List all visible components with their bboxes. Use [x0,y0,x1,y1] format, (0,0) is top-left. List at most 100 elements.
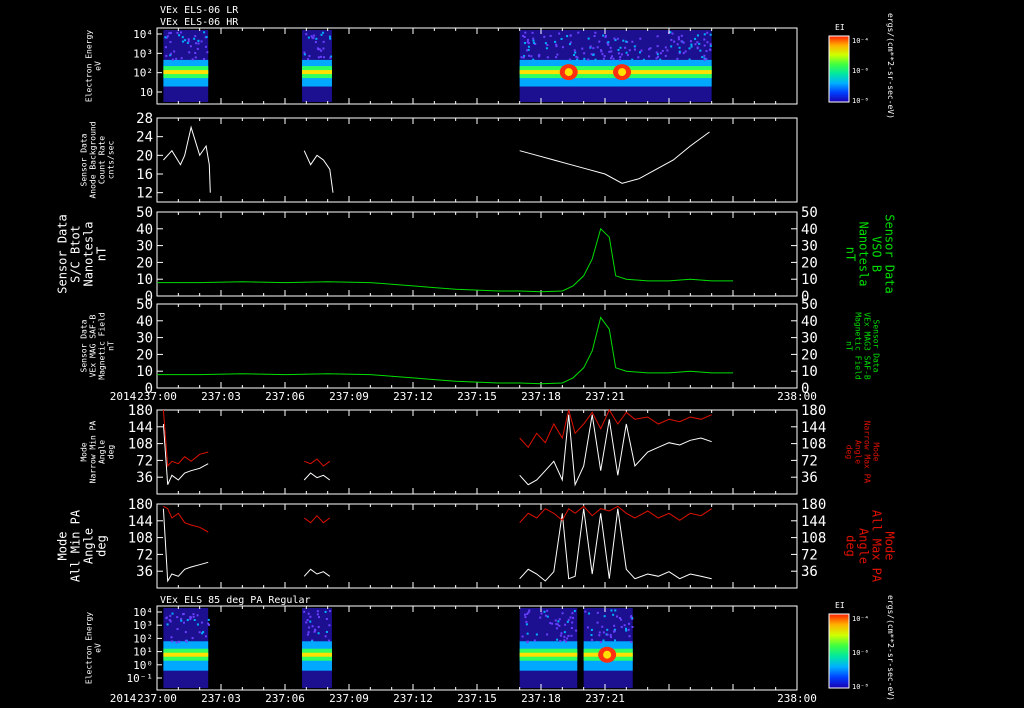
elec-energy-bottom-speckle [170,636,173,639]
elec-energy-bottom-colorbar-tick: 10⁻⁴ [852,615,869,623]
elec-energy-top-speckle [322,56,325,59]
elec-energy-bottom-speckle [175,641,178,644]
elec-energy-bottom-speckle [176,616,179,619]
elec-energy-top-speckle [689,40,692,43]
elec-energy-top-speckle [197,39,200,42]
elec-energy-bottom-speckle [524,616,527,619]
mag-field-time-label: 237:03 [201,390,241,403]
elec-energy-top-speckle [671,32,674,35]
elec-energy-bottom-speckle [544,614,547,617]
elec-energy-top-speckle [594,58,597,61]
elec-energy-top-speckle [609,46,612,49]
elec-energy-top-speckle [638,51,641,54]
elec-energy-bottom-speckle [631,626,634,629]
elec-energy-bottom-band-core [302,652,332,657]
elec-energy-top-speckle [703,33,706,36]
elec-energy-bottom-time-label: 237:09 [329,692,369,705]
elec-energy-bottom-speckle [591,638,594,641]
elec-energy-top-speckle [573,53,576,56]
elec-energy-top-speckle [670,45,673,48]
elec-energy-bottom-speckle [165,616,168,619]
elec-energy-top-speckle [583,52,586,55]
elec-energy-bottom-speckle [328,624,331,627]
sc-btot-ytick-label: 50 [136,205,153,221]
elec-energy-top-speckle [549,34,552,37]
elec-energy-bottom-speckle [602,639,605,642]
anode-background-ytick-label: 12 [136,186,153,202]
elec-energy-top-units: ergs/(cm**2-sr-sec-eV) [886,13,895,119]
elec-energy-top-speckle [181,36,184,39]
elec-energy-top-speckle [709,43,712,46]
elec-energy-top-speckle [640,49,643,52]
all-pa-ytick-label: 108 [128,531,153,547]
mag-field-ylabel-line: Magnetic Field [98,312,107,380]
elec-energy-top-speckle [703,58,706,61]
narrow-pa-series-white [303,472,331,481]
anode-background-series-line [303,150,334,193]
elec-energy-top-speckle [175,57,178,60]
mag-field-ylabel-right-line: Magnetic Field [854,312,863,380]
elec-energy-bottom-ylabel-line: eV [94,643,103,653]
all-pa-ylabel-right-line: Angle [857,528,871,564]
all-pa-ytick-label: 180 [128,497,153,513]
elec-energy-bottom-speckle [558,618,561,621]
elec-energy-top-speckle [558,32,561,35]
sc-btot-ylabel-line: Sensor Data [56,214,70,293]
elec-energy-top-speckle [194,52,197,55]
elec-energy-bottom-speckle [325,630,328,633]
elec-energy-bottom-time-label: 238:00 [777,692,817,705]
elec-energy-bottom-speckle [316,613,319,616]
elec-energy-top-speckle [618,58,621,61]
header-line-2: VEx ELS-06 HR [160,17,239,28]
elec-energy-top-speckle [184,39,187,42]
elec-energy-bottom-speckle [563,631,566,634]
elec-energy-top-speckle [195,42,198,45]
elec-energy-top-ytick-label: 10⁴ [133,28,153,41]
elec-energy-top-speckle [556,53,559,56]
elec-energy-top-speckle [678,46,681,49]
elec-energy-bottom-speckle [523,613,526,616]
all-pa-ytick-label: 72 [136,547,153,563]
narrow-pa-series-red [519,408,712,449]
elec-energy-top-speckle [633,45,636,48]
elec-energy-top-speckle [328,35,331,38]
elec-energy-top-speckle [171,58,174,61]
elec-energy-top-speckle [173,50,176,53]
elec-energy-top-speckle [317,56,320,59]
elec-energy-top-speckle [569,41,572,44]
mag-field-ytick-label-right: 10 [801,364,818,380]
elec-energy-bottom-speckle [193,618,196,621]
mag-field-ylabel-right: Sensor DataVEx MAG3 SAF-BMagnetic Fieldn… [845,312,881,380]
elec-energy-top-speckle [637,56,640,59]
elec-energy-top-speckle [524,31,527,34]
elec-energy-top-speckle [655,51,658,54]
elec-energy-bottom-speckle [189,618,192,621]
elec-energy-top-speckle [682,41,685,44]
elec-energy-bottom-speckle [525,620,528,623]
elec-energy-top-speckle [616,37,619,40]
elec-energy-bottom-speckle [317,625,320,628]
mag-field-time-label: 237:21 [585,390,625,403]
mag-field-ytick-label: 10 [136,364,153,380]
elec-energy-top-speckle [322,40,325,43]
elec-energy-bottom-speckle [563,639,566,642]
elec-energy-top-speckle [532,39,535,42]
elec-energy-top-speckle [554,40,557,43]
elec-energy-bottom-speckle [308,626,311,629]
elec-energy-top-speckle [189,45,192,48]
narrow-pa-ytick-label: 108 [128,437,153,453]
elec-energy-top-speckle [601,53,604,56]
elec-energy-bottom-speckle [306,633,309,636]
elec-energy-bottom-speckle [555,627,558,630]
elec-energy-top-speckle [696,47,699,50]
elec-energy-top-ytick-label: 10 [140,86,153,99]
all-pa-ylabel: Mode All Min PA Angle deg [56,509,109,582]
sc-btot-ylabel-line: S/C Btot [69,225,83,283]
elec-energy-bottom-speckle [546,615,549,618]
elec-energy-top-speckle [203,58,206,61]
elec-energy-bottom-speckle [200,621,203,624]
elec-energy-top-speckle [694,43,697,46]
mag-field-year-label: 2014 [110,390,137,403]
elec-energy-top-speckle [194,35,197,38]
elec-energy-bottom-speckle [584,610,587,613]
